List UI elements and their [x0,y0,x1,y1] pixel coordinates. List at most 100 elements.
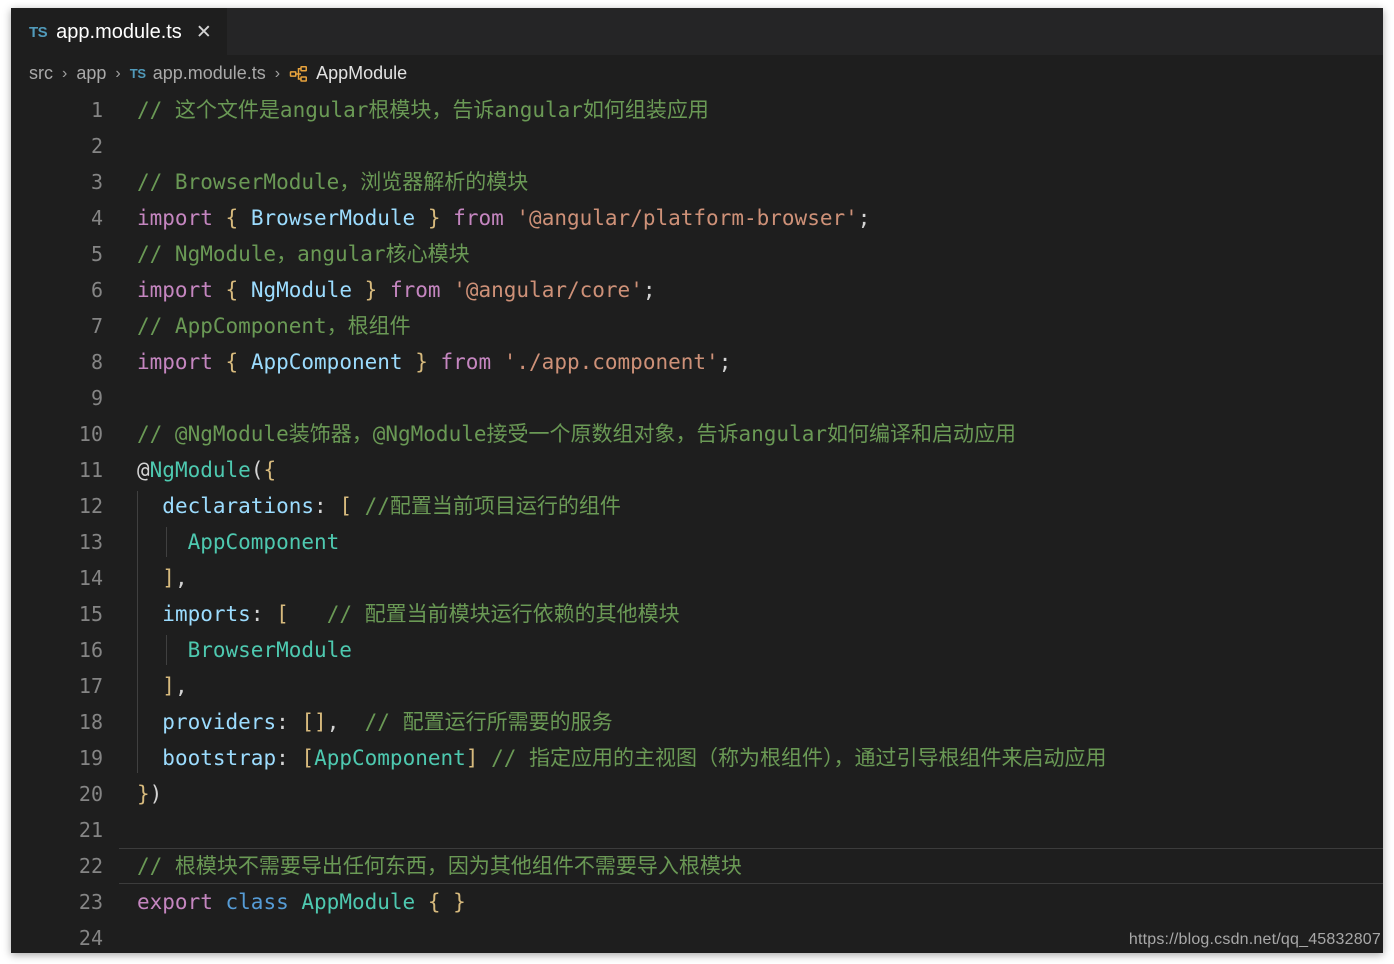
code-line[interactable]: 22 // 根模块不需要导出任何东西，因为其他组件不需要导入根模块 [11,848,1383,884]
editor-tab-bar: TS app.module.ts ✕ [11,8,1383,55]
code-token: ; [642,277,656,302]
code-editor-area[interactable]: 1// 这个文件是angular根模块，告诉angular如何组装应用 2 3// … [11,92,1383,953]
breadcrumb-item-src[interactable]: src [29,63,53,84]
code-line[interactable]: 7 // AppComponent，根组件 [11,308,1383,344]
code-token: // BrowserModule，浏览器解析的模块 [137,169,529,194]
code-token: { [225,277,239,302]
code-token: from [389,277,441,302]
code-token: ] [162,673,175,698]
breadcrumb-item-appmodule[interactable]: AppModule [289,63,407,84]
code-line[interactable]: 3 // BrowserModule，浏览器解析的模块 [11,164,1383,200]
code-line-text: // AppComponent，根组件 [103,313,411,338]
line-number: 24 [78,926,103,950]
code-token: , [174,565,188,590]
code-token: : [276,709,289,734]
code-line-text: // @NgModule装饰器，@NgModule接受一个原数组对象，告诉ang… [103,421,1017,446]
code-line[interactable]: 14 ], [11,560,1383,596]
line-number: 15 [78,602,103,626]
typescript-file-icon: TS [129,66,146,81]
code-token: ( [250,457,264,482]
code-line-text: ], [103,565,188,590]
close-icon[interactable]: ✕ [196,23,212,42]
line-number: 10 [78,422,103,446]
code-line-text: declarations: [ //配置当前项目运行的组件 [103,493,621,518]
code-token: // 配置当前模块运行依赖的其他模块 [326,601,680,626]
code-line[interactable]: 12 declarations: [ //配置当前项目运行的组件 [11,488,1383,524]
chevron-right-icon: › [115,64,121,82]
code-token: // 配置运行所需要的服务 [364,709,613,734]
breadcrumb-label: src [29,63,53,83]
code-line[interactable]: 10 // @NgModule装饰器，@NgModule接受一个原数组对象，告诉a… [11,416,1383,452]
code-line[interactable]: 11 @NgModule({ [11,452,1383,488]
line-number: 19 [78,746,103,770]
code-token: './app.component' [503,349,719,374]
code-token: NgModule [250,277,352,302]
code-line[interactable]: 17 ], [11,668,1383,704]
breadcrumb-item-app-module-ts[interactable]: TS app.module.ts [130,63,266,84]
code-line[interactable]: 2 [11,128,1383,164]
code-line[interactable]: 13 AppComponent [11,524,1383,560]
code-token: , [174,673,188,698]
line-number: 14 [78,566,103,590]
tab-app-module-ts[interactable]: TS app.module.ts ✕ [11,8,227,55]
code-token: : [250,601,264,626]
code-line-text: @NgModule({ [103,457,277,482]
code-line[interactable]: 8 import { AppComponent } from './app.com… [11,344,1383,380]
line-number: 22 [78,854,103,878]
chevron-right-icon: › [62,64,68,82]
breadcrumb-item-app[interactable]: app [76,63,106,84]
code-line-text: }) [103,783,162,805]
code-token: // AppComponent，根组件 [137,313,411,338]
code-token: { [263,457,277,482]
code-line-text: ], [103,673,188,698]
code-line[interactable]: 21 [11,812,1383,848]
breadcrumb-label: AppModule [316,63,408,83]
code-line[interactable]: 23 export class AppModule { } [11,884,1383,920]
line-number: 4 [90,206,103,230]
code-line-text: // 根模块不需要导出任何东西，因为其他组件不需要导入根模块 [103,855,742,877]
code-token: // NgModule，angular核心模块 [137,241,470,266]
code-line[interactable]: 19 bootstrap: [AppComponent] // 指定应用的主视图… [11,740,1383,776]
code-line[interactable]: 9 [11,380,1383,416]
code-token: AppModule [301,889,416,914]
code-line[interactable]: 20}) [11,776,1383,812]
code-token: '@angular/platform-browser' [516,205,858,230]
code-token: providers [162,709,277,734]
code-token: { [225,205,239,230]
chevron-right-icon: › [274,64,281,82]
code-token: BrowserModule [187,637,352,662]
line-number: 18 [78,710,103,734]
code-token: NgModule [149,457,251,482]
code-token: class [225,889,289,914]
code-token: // @NgModule装饰器，@NgModule接受一个原数组对象，告诉ang… [137,421,1017,446]
code-line[interactable]: 1 // 这个文件是angular根模块，告诉angular如何组装应用 [11,92,1383,128]
line-number: 12 [78,494,103,518]
code-line-text: imports: [ // 配置当前模块运行依赖的其他模块 [103,601,680,626]
code-line[interactable]: 6 import { NgModule } from '@angular/core… [11,272,1383,308]
code-line[interactable]: 18 providers: [], // 配置运行所需要的服务 [11,704,1383,740]
code-token: declarations [162,493,315,518]
code-line[interactable]: 5 // NgModule，angular核心模块 [11,236,1383,272]
code-token: ] [465,745,479,770]
code-line[interactable]: 16 BrowserModule [11,632,1383,668]
line-number: 13 [78,530,103,554]
code-line[interactable]: 15 imports: [ // 配置当前模块运行依赖的其他模块 [11,596,1383,632]
breadcrumb-label: app [76,63,107,83]
code-line[interactable]: 4 import { BrowserModule } from '@angular… [11,200,1383,236]
